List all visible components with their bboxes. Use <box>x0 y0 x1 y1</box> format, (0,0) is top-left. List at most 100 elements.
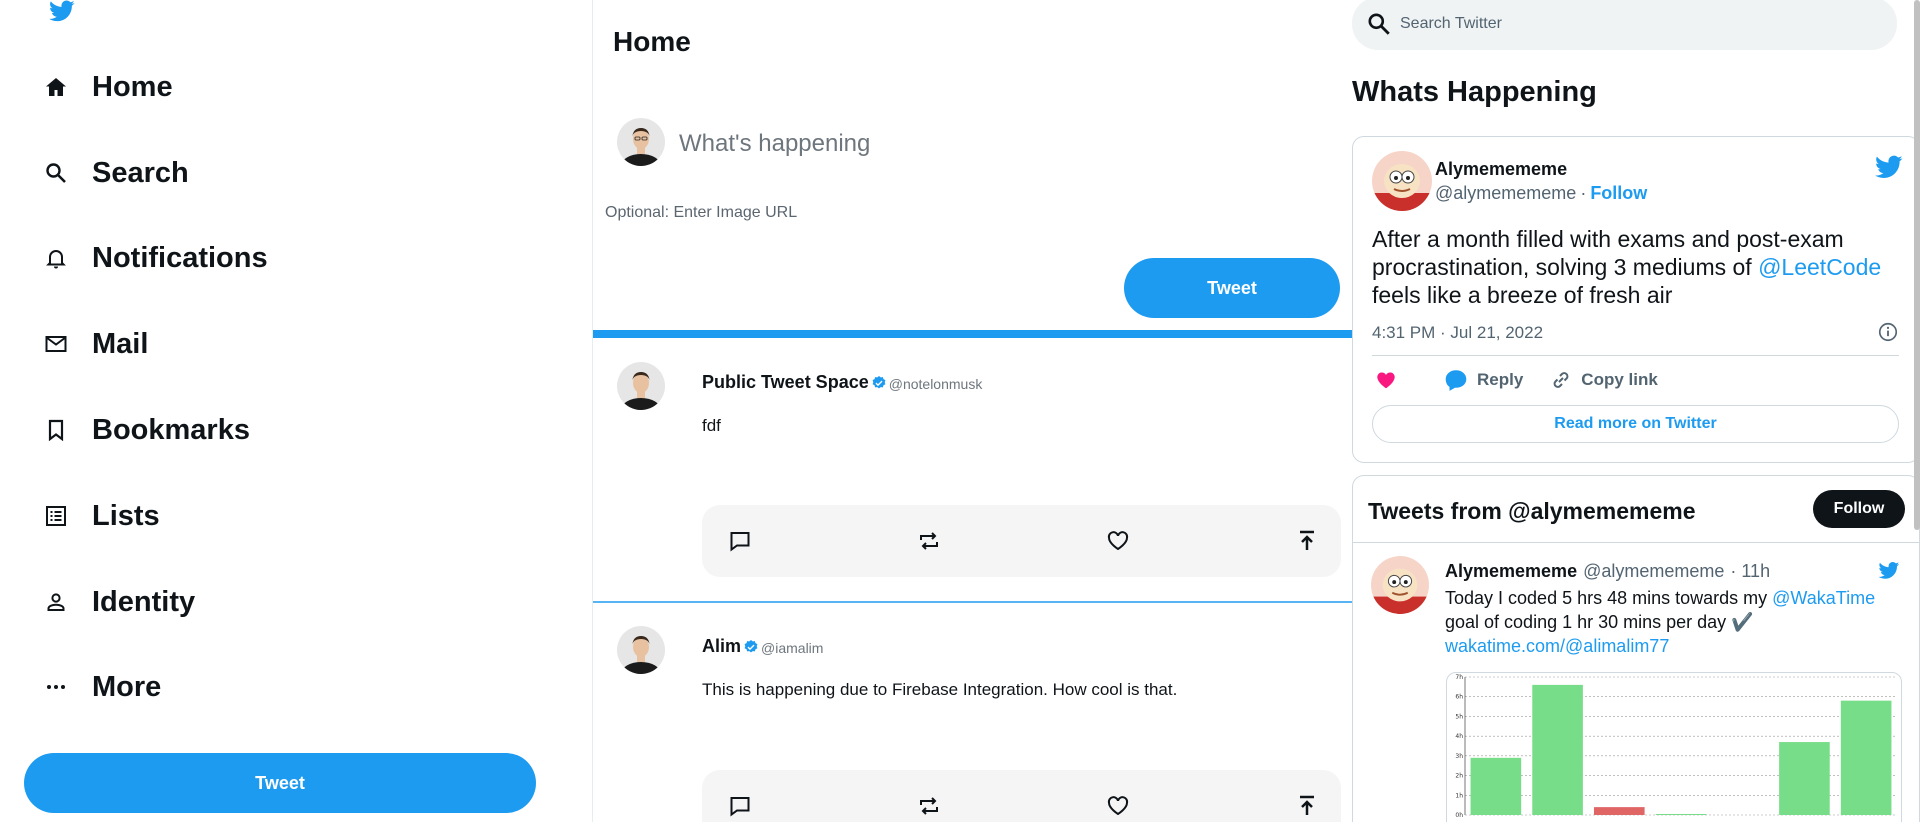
y-tick-label: 0h <box>1455 812 1463 819</box>
bar <box>1840 700 1892 815</box>
verified-badge-icon <box>871 375 887 391</box>
tweet-timestamp[interactable]: 4:31 PM · Jul 21, 2022 <box>1372 323 1543 343</box>
divider <box>1372 355 1899 356</box>
scrollbar[interactable] <box>1914 0 1920 530</box>
person-icon <box>40 586 72 618</box>
compose-tweet-button[interactable]: Tweet <box>1124 258 1340 318</box>
sidebar-item-label: Notifications <box>92 241 268 274</box>
sidebar-item-bookmarks[interactable]: Bookmarks <box>40 402 250 458</box>
author-name[interactable]: Alymemememe <box>1445 561 1577 582</box>
sidebar-item-identity[interactable]: Identity <box>40 574 195 630</box>
avatar[interactable] <box>1372 151 1432 211</box>
author-handle[interactable]: @alymemememe <box>1435 183 1576 204</box>
image-url-input[interactable] <box>605 200 1105 226</box>
share-icon[interactable] <box>1293 527 1321 555</box>
tweet-text: Today I coded 5 hrs 48 mins towards my @… <box>1445 588 1876 656</box>
y-tick-label: 6h <box>1455 694 1463 701</box>
timeline-card: Tweets from @alymemememe Follow Alymemem… <box>1352 475 1920 822</box>
sidebar-item-home[interactable]: Home <box>40 59 173 115</box>
comment-icon[interactable] <box>726 527 754 555</box>
main-feed: Home Tweet Public Tweet Space @notelonmu… <box>592 0 1353 822</box>
copy-link-button[interactable]: Copy link <box>1549 368 1658 392</box>
twitter-bird-icon[interactable] <box>1873 153 1905 181</box>
sidebar-item-notifications[interactable]: Notifications <box>40 230 268 286</box>
bar <box>1470 757 1522 815</box>
share-icon[interactable] <box>1293 792 1321 820</box>
sidebar-item-lists[interactable]: Lists <box>40 488 160 544</box>
sidebar-item-search[interactable]: Search <box>40 145 189 201</box>
like-button[interactable] <box>1375 369 1405 391</box>
sidebar-item-mail[interactable]: Mail <box>40 316 148 372</box>
author-handle[interactable]: @alymemememe <box>1583 561 1724 582</box>
bar <box>1593 807 1645 815</box>
tweet-text: fdf <box>702 416 721 435</box>
sidebar-item-label: Identity <box>92 585 196 618</box>
y-tick-label: 3h <box>1455 753 1463 760</box>
mention-link[interactable]: @WakaTime <box>1772 588 1875 608</box>
author-handle[interactable]: @iamalim <box>761 640 823 656</box>
divider <box>593 601 1353 603</box>
y-tick-label: 1h <box>1455 792 1463 799</box>
read-more-button[interactable]: Read more on Twitter <box>1372 405 1899 443</box>
follow-link[interactable]: Follow <box>1590 183 1647 204</box>
sidebar-tweet-button[interactable]: Tweet <box>24 753 536 813</box>
bell-icon <box>40 242 72 274</box>
twitter-bird-icon[interactable] <box>1877 560 1901 581</box>
twitter-logo-icon[interactable] <box>47 0 77 24</box>
heart-icon <box>1377 372 1395 389</box>
tweet-time[interactable]: · 11h <box>1730 561 1770 582</box>
author-handle[interactable]: @notelonmusk <box>889 376 983 392</box>
timeline-header: Tweets from @alymemememe Follow <box>1353 476 1919 543</box>
tweet-actions <box>702 505 1341 577</box>
verified-badge-icon <box>743 639 759 655</box>
sidebar-item-label: Lists <box>92 499 160 532</box>
author-name[interactable]: Public Tweet Space <box>702 372 869 393</box>
home-icon <box>40 71 72 103</box>
url-link[interactable]: wakatime.com/@alimalim77 <box>1445 636 1669 656</box>
bar <box>1779 742 1830 815</box>
info-icon[interactable] <box>1877 321 1899 343</box>
retweet-icon[interactable] <box>915 792 943 820</box>
sidebar-item-label: Home <box>92 70 173 103</box>
section-title: Whats Happening <box>1352 76 1597 108</box>
tweet-header: Alim @iamalim <box>702 636 823 657</box>
tweet-header: Public Tweet Space @notelonmusk <box>702 372 982 393</box>
compose-tweet-input[interactable] <box>679 124 1239 164</box>
sidebar-item-more[interactable]: More <box>40 659 161 715</box>
more-icon <box>40 671 72 703</box>
avatar[interactable] <box>1371 556 1429 614</box>
search-icon <box>1366 11 1392 37</box>
like-icon[interactable] <box>1104 792 1132 820</box>
sidebar-item-label: Mail <box>92 327 149 360</box>
follow-button[interactable]: Follow <box>1813 490 1905 528</box>
embedded-tweet-card: Alymemememe @alymemememe · Follow After … <box>1352 136 1920 463</box>
y-tick-label: 2h <box>1455 773 1463 780</box>
y-tick-label: 5h <box>1455 713 1463 720</box>
search-bar[interactable] <box>1352 0 1897 50</box>
bar <box>1655 814 1707 815</box>
list-icon <box>40 500 72 532</box>
reply-button[interactable]: Reply <box>1443 367 1523 393</box>
tweet-meta: Alymemememe @alymemememe · 11h <box>1445 561 1770 582</box>
coding-activity-chart[interactable]: 0h1h2h3h4h5h6h7hThu Apr 13thFri Apr 14th… <box>1446 672 1902 822</box>
tweet-actions <box>702 770 1341 822</box>
like-icon[interactable] <box>1104 527 1132 555</box>
embed-actions: Reply Copy link <box>1375 367 1684 393</box>
retweet-icon[interactable] <box>915 527 943 555</box>
sidebar-item-label: Search <box>92 156 189 189</box>
tweet-text: This is happening due to Firebase Integr… <box>702 680 1178 699</box>
avatar <box>617 362 665 410</box>
comment-icon[interactable] <box>726 792 754 820</box>
sidebar-item-label: More <box>92 670 162 703</box>
avatar <box>617 626 665 674</box>
author-name[interactable]: Alim <box>702 636 741 657</box>
right-panel: Whats Happening Alymemememe @alymemememe… <box>1352 0 1920 822</box>
author-name[interactable]: Alymemememe <box>1435 159 1567 180</box>
mail-icon <box>40 328 72 360</box>
search-input[interactable] <box>1400 14 1880 33</box>
bar-chart: 0h1h2h3h4h5h6h7hThu Apr 13thFri Apr 14th… <box>1455 674 1897 819</box>
reply-bubble-icon <box>1445 370 1467 391</box>
page-title: Home <box>613 26 691 57</box>
sidebar-item-label: Bookmarks <box>92 413 250 446</box>
mention-link[interactable]: @LeetCode <box>1758 254 1881 280</box>
